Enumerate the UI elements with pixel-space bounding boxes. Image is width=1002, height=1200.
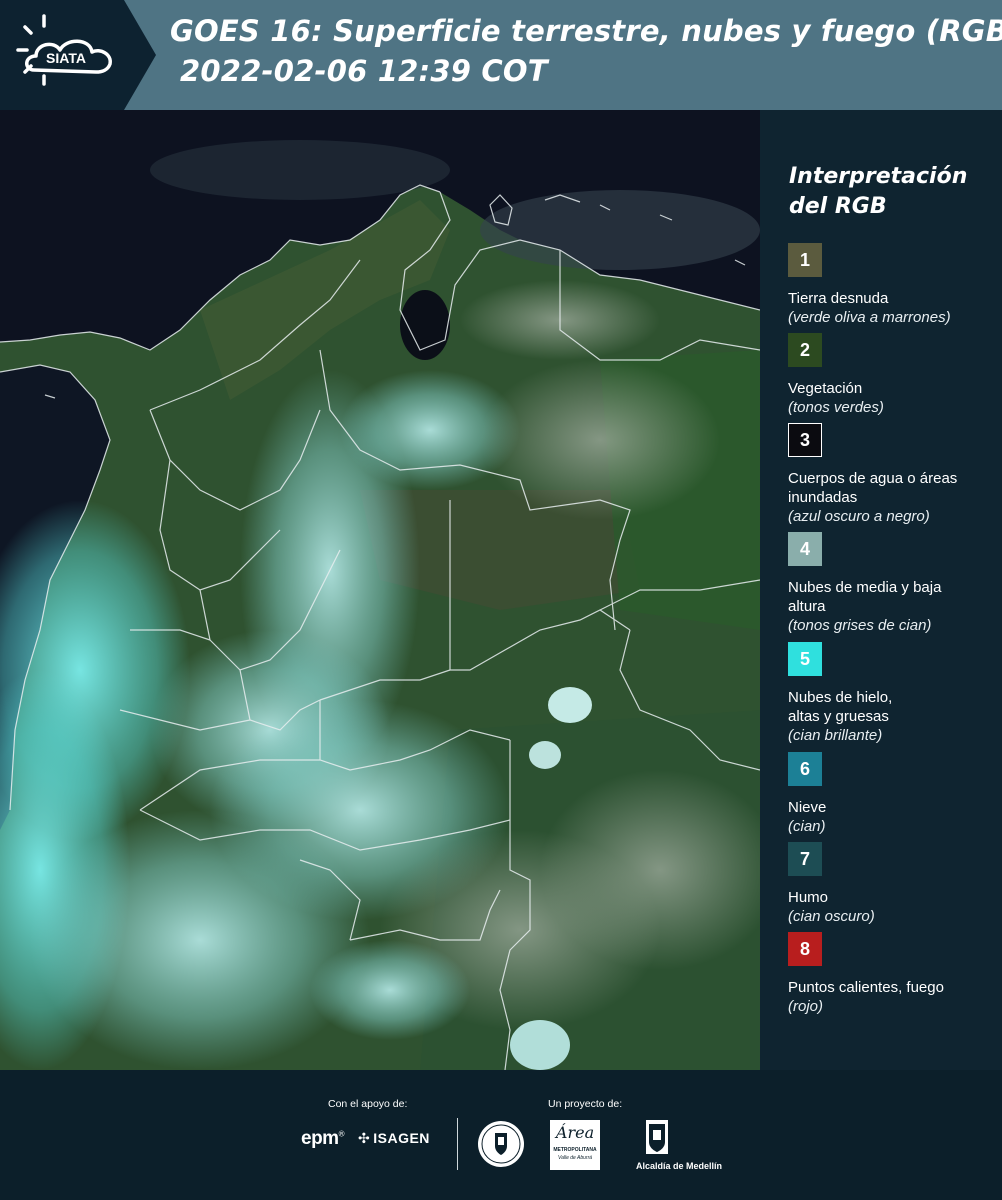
project-label: Un proyecto de:	[548, 1098, 623, 1110]
legend-item-1: 1 Tierra desnuda (verde oliva a marrones…	[788, 243, 998, 327]
legend-item-4: 4 Nubes de media y baja altura (tonos gr…	[788, 532, 998, 635]
legend-sub-2: (tonos verdes)	[788, 399, 884, 416]
siata-logo: SIATA	[0, 0, 160, 110]
legend-label-8: Puntos calientes, fuego	[788, 979, 944, 996]
title-line-2: 2022-02-06 12:39 COT	[180, 54, 548, 88]
area-logo-sub1: METROPOLITANA	[553, 1147, 597, 1153]
legend-sub-4: (tonos grises de cian)	[788, 617, 932, 634]
legend-item-5: 5 Nubes de hielo, altas y gruesas (cian …	[788, 642, 998, 745]
legend-label-2: Vegetación	[788, 380, 863, 397]
legend-swatch-1: 1	[788, 243, 822, 277]
legend-label-5: Nubes de hielo, altas y gruesas	[788, 689, 893, 725]
logo-text: SIATA	[46, 50, 86, 66]
legend-label-7: Humo	[788, 889, 829, 906]
seal-icon	[478, 1121, 524, 1167]
isagen-mark-icon: ✣	[358, 1130, 371, 1146]
footer-divider	[457, 1118, 458, 1170]
legend-swatch-3: 3	[788, 423, 822, 457]
legend-swatch-2: 2	[788, 333, 822, 367]
legend-panel: Interpretación del RGB 1 Tierra desnuda …	[760, 110, 1002, 1070]
title-line-1: GOES 16: Superficie terrestre, nubes y f…	[170, 14, 1002, 48]
header: SIATA GOES 16: Superficie terrestre, nub…	[0, 0, 1002, 110]
legend-label-3: Cuerpos de agua o áreas inundadas	[788, 470, 958, 506]
epm-logo-text: epm	[301, 1128, 339, 1149]
legend-swatch-6: 6	[788, 752, 822, 786]
legend-sub-8: (rojo)	[788, 998, 824, 1015]
legend-sub-5: (cian brillante)	[788, 727, 883, 744]
legend-label-4: Nubes de media y baja altura	[788, 579, 942, 615]
isagen-logo-text: ISAGEN	[373, 1130, 430, 1146]
legend-item-7: 7 Humo (cian oscuro)	[788, 842, 998, 926]
legend-sub-3: (azul oscuro a negro)	[788, 508, 930, 525]
legend-swatch-5: 5	[788, 642, 822, 676]
legend-item-6: 6 Nieve (cian)	[788, 752, 998, 836]
legend-swatch-8: 8	[788, 932, 822, 966]
legend-swatch-4: 4	[788, 532, 822, 566]
legend-item-8: 8 Puntos calientes, fuego (rojo)	[788, 932, 998, 1016]
medellin-coat-of-arms-icon	[646, 1120, 668, 1154]
legend-label-1: Tierra desnuda	[788, 290, 889, 307]
epm-logo: epm®	[301, 1128, 345, 1150]
area-logo-sub2: Valle de Aburrá	[557, 1155, 593, 1161]
satellite-map-image	[0, 110, 760, 1070]
footer: Con el apoyo de: Un proyecto de: epm® ✣ I…	[0, 1070, 1002, 1200]
legend-swatch-7: 7	[788, 842, 822, 876]
legend-item-2: 2 Vegetación (tonos verdes)	[788, 333, 998, 417]
legend-sub-7: (cian oscuro)	[788, 908, 875, 925]
support-label: Con el apoyo de:	[328, 1098, 408, 1110]
legend-sub-1: (verde oliva a marrones)	[788, 309, 951, 326]
legend-sub-6: (cian)	[788, 818, 826, 835]
legend-label-6: Nieve	[788, 799, 827, 816]
satellite-map[interactable]	[0, 110, 760, 1070]
legend-title: Interpretación del RGB	[789, 164, 968, 219]
isagen-logo: ✣ ISAGEN	[358, 1130, 430, 1147]
epm-logo-mark: ®	[338, 1129, 345, 1139]
alcaldia-medellin-text: Alcaldía de Medellín	[636, 1161, 723, 1171]
legend-item-3: 3 Cuerpos de agua o áreas inundadas (azu…	[788, 423, 998, 526]
area-logo-text: Área	[555, 1123, 595, 1142]
area-metropolitana-logo: Área METROPOLITANA Valle de Aburrá	[550, 1120, 600, 1170]
